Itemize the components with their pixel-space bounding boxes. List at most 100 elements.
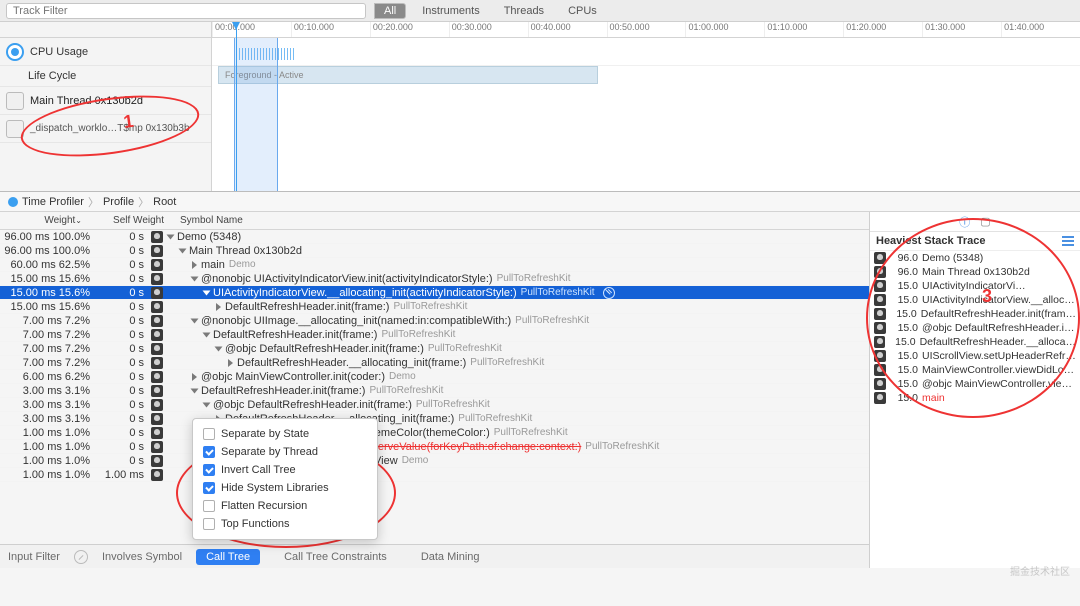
checkbox-icon[interactable] xyxy=(203,500,215,512)
call-tree-row[interactable]: 7.00 ms 7.2%0 sDefaultRefreshHeader.init… xyxy=(0,328,869,342)
stack-trace-row[interactable]: 15.0MainViewController.viewDidLo… xyxy=(870,363,1080,377)
crumb-root[interactable]: Time Profiler xyxy=(22,196,84,208)
calltree-option[interactable]: Separate by Thread xyxy=(197,443,373,461)
checkbox-icon[interactable] xyxy=(203,464,215,476)
stack-trace-row[interactable]: 15.0main xyxy=(870,391,1080,405)
track-dispatch[interactable]: _dispatch_worklo…T$mp 0x130b3b xyxy=(0,115,211,143)
call-tree-row[interactable]: 3.00 ms 3.1%0 sDefaultRefreshHeader.__al… xyxy=(0,412,869,426)
stack-trace-row[interactable]: 15.0@objc DefaultRefreshHeader.i… xyxy=(870,321,1080,335)
track-life-cycle[interactable]: Life Cycle xyxy=(0,66,211,87)
profiler-icon xyxy=(8,197,18,207)
stack-trace-row[interactable]: 15.0DefaultRefreshHeader.__alloca… xyxy=(870,335,1080,349)
call-tree-row[interactable]: 3.00 ms 3.1%0 s@objc DefaultRefreshHeade… xyxy=(0,398,869,412)
track-label: _dispatch_worklo…T$mp 0x130b3b xyxy=(30,123,190,134)
checkbox-icon[interactable] xyxy=(203,428,215,440)
call-tree-row[interactable]: 15.00 ms 15.6%0 sDefaultRefreshHeader.in… xyxy=(0,300,869,314)
disclosure-icon[interactable] xyxy=(215,346,223,351)
timeline-canvas[interactable]: 00:00.00000:10.00000:20.00000:30.00000:4… xyxy=(212,22,1080,191)
calltree-option[interactable]: Flatten Recursion xyxy=(197,497,373,515)
person-icon xyxy=(874,308,886,320)
disclosure-icon[interactable] xyxy=(191,276,199,281)
crumb-profile[interactable]: Profile xyxy=(103,196,134,208)
focus-icon[interactable] xyxy=(603,287,615,299)
disclosure-icon[interactable] xyxy=(192,261,197,269)
time-tick: 01:30.000 xyxy=(922,22,1001,37)
checkbox-icon[interactable] xyxy=(203,446,215,458)
person-icon xyxy=(151,287,163,299)
col-self-weight[interactable]: Self Weight xyxy=(96,215,170,226)
crumb-leaf[interactable]: Root xyxy=(153,196,176,208)
timeline-panel: CPU Usage Life Cycle Main Thread 0x130b2… xyxy=(0,22,1080,192)
person-icon xyxy=(151,357,163,369)
call-tree-row[interactable]: 60.00 ms 62.5%0 smain Demo xyxy=(0,258,869,272)
disclosure-icon[interactable] xyxy=(191,388,199,393)
checkbox-icon[interactable] xyxy=(203,518,215,530)
disclosure-icon[interactable] xyxy=(228,359,233,367)
col-symbol[interactable]: Symbol Name xyxy=(170,215,869,226)
document-icon[interactable]: ▢ xyxy=(980,215,990,228)
calltree-option[interactable]: Invert Call Tree xyxy=(197,461,373,479)
call-tree-row[interactable]: 1.00 ms 1.0%0 stype metadata accessor fo… xyxy=(0,454,869,468)
tab-cpus[interactable]: CPUs xyxy=(560,5,605,17)
info-icon[interactable]: ⓘ xyxy=(959,214,970,230)
stack-trace-row[interactable]: 96.0Demo (5348) xyxy=(870,251,1080,265)
stack-trace-row[interactable]: 15.0UIScrollView.setUpHeaderRefr… xyxy=(870,349,1080,363)
call-tree-row[interactable]: 15.00 ms 15.6%0 s@nonobjc UIActivityIndi… xyxy=(0,272,869,286)
disclosure-icon[interactable] xyxy=(191,318,199,323)
call-tree-button[interactable]: Call Tree xyxy=(196,549,260,565)
stack-trace-row[interactable]: 96.0Main Thread 0x130b2d xyxy=(870,265,1080,279)
stack-trace-row[interactable]: 15.0@objc MainViewController.vie… xyxy=(870,377,1080,391)
person-icon xyxy=(874,252,886,264)
disclosure-icon[interactable] xyxy=(216,303,221,311)
constraints-button[interactable]: Call Tree Constraints xyxy=(274,549,397,565)
person-icon xyxy=(151,329,163,341)
track-cpu-usage[interactable]: CPU Usage xyxy=(0,38,211,66)
breadcrumb: Time Profiler 〉 Profile 〉 Root xyxy=(0,192,1080,212)
call-tree-row[interactable]: 7.00 ms 7.2%0 s@nonobjc UIImage.__alloca… xyxy=(0,314,869,328)
call-tree-row[interactable]: 7.00 ms 7.2%0 s@objc DefaultRefreshHeade… xyxy=(0,342,869,356)
tab-instruments[interactable]: Instruments xyxy=(414,5,487,17)
checkbox-icon[interactable] xyxy=(203,482,215,494)
stack-trace-row[interactable]: 15.0UIActivityIndicatorView.__alloc… xyxy=(870,293,1080,307)
call-tree-row[interactable]: 1.00 ms 1.0%0 s@objc DefaultRefreshHeade… xyxy=(0,426,869,440)
call-tree-row[interactable]: 96.00 ms 100.0%0 sMain Thread 0x130b2d xyxy=(0,244,869,258)
call-tree-row[interactable]: 3.00 ms 3.1%0 sDefaultRefreshHeader.init… xyxy=(0,384,869,398)
person-icon xyxy=(151,343,163,355)
calltree-option[interactable]: Separate by State xyxy=(197,425,373,443)
disclosure-icon[interactable] xyxy=(203,290,211,295)
calltree-option[interactable]: Hide System Libraries xyxy=(197,479,373,497)
stack-trace-row[interactable]: 15.0UIActivityIndicatorVi… xyxy=(870,279,1080,293)
input-filter-label[interactable]: Input Filter xyxy=(8,551,60,563)
col-weight[interactable]: Weight⌄ xyxy=(0,215,96,226)
call-tree-row[interactable]: 6.00 ms 6.2%0 s@objc MainViewController.… xyxy=(0,370,869,384)
person-icon xyxy=(874,266,886,278)
calltree-option[interactable]: Top Functions xyxy=(197,515,373,533)
pill-all[interactable]: All xyxy=(374,3,406,19)
disclosure-icon[interactable] xyxy=(167,234,175,239)
tab-threads[interactable]: Threads xyxy=(496,5,552,17)
disclosure-icon[interactable] xyxy=(203,332,211,337)
time-tick: 00:30.000 xyxy=(449,22,528,37)
person-icon xyxy=(151,315,163,327)
track-main-thread[interactable]: Main Thread 0x130b2d xyxy=(0,87,211,115)
person-icon xyxy=(874,294,886,306)
call-tree-row[interactable]: 7.00 ms 7.2%0 sDefaultRefreshHeader.__al… xyxy=(0,356,869,370)
involves-symbol[interactable]: Involves Symbol xyxy=(102,551,182,563)
track-filter-input[interactable] xyxy=(6,3,366,19)
playhead[interactable] xyxy=(236,22,237,191)
call-tree-popup: Separate by StateSeparate by ThreadInver… xyxy=(192,418,378,540)
stack-icon[interactable] xyxy=(1062,236,1074,246)
time-tick: 00:00.000 xyxy=(212,22,291,37)
stack-trace-row[interactable]: 15.0DefaultRefreshHeader.init(fram… xyxy=(870,307,1080,321)
time-tick: 01:10.000 xyxy=(764,22,843,37)
disclosure-icon[interactable] xyxy=(192,373,197,381)
disclosure-icon[interactable] xyxy=(179,248,187,253)
call-tree-row[interactable]: 1.00 ms 1.0%1.00 ms0x1808de3e8 xyxy=(0,468,869,482)
call-tree-row[interactable]: 1.00 ms 1.0%0 s@objc RefreshHeaderContai… xyxy=(0,440,869,454)
data-mining-button[interactable]: Data Mining xyxy=(411,549,490,565)
person-icon xyxy=(151,245,163,257)
disclosure-icon[interactable] xyxy=(203,402,211,407)
selection-region[interactable] xyxy=(234,38,278,191)
call-tree-row[interactable]: 96.00 ms 100.0%0 sDemo (5348) xyxy=(0,230,869,244)
call-tree-row[interactable]: 15.00 ms 15.6%0 sUIActivityIndicatorView… xyxy=(0,286,869,300)
